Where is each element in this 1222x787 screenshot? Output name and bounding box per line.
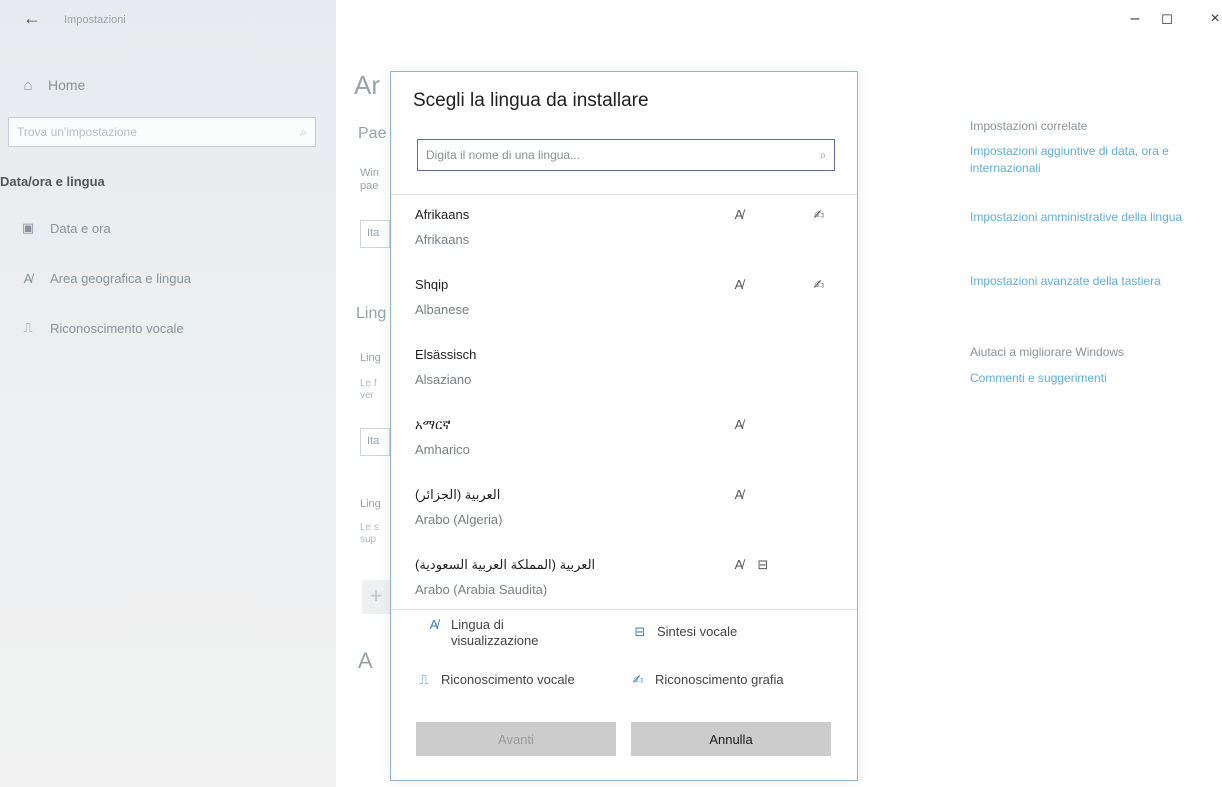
- language-italian-name: Amharico: [415, 442, 470, 457]
- language-icon: A̸: [23, 270, 33, 286]
- handwriting-icon: ✍: [813, 207, 825, 222]
- microphone-icon: ⎍: [23, 320, 33, 335]
- section-heading-languages: Ling: [356, 305, 387, 322]
- text-to-speech-icon: ⊟: [757, 557, 769, 572]
- language-native-name: አማርኛ: [415, 417, 451, 432]
- display-language-icon: A̸: [734, 417, 744, 432]
- preferred-languages-label: Ling: [360, 498, 381, 510]
- section-desc-country: Win pae: [360, 167, 379, 192]
- text-to-speech-icon: ⊟: [634, 624, 646, 639]
- language-native-name: Elsässisch: [415, 347, 477, 362]
- sidebar-item-label: Data e ora: [50, 220, 111, 236]
- maximize-button[interactable]: ☐: [1152, 12, 1182, 28]
- language-native-name: العربية (المملكة العربية السعودية): [415, 557, 596, 572]
- link-feedback[interactable]: Commenti e suggerimenti: [970, 370, 1107, 387]
- help-improve-heading: Aiutaci a migliorare Windows: [970, 345, 1125, 359]
- display-language-icon: A̸: [734, 277, 744, 292]
- handwriting-icon: ✍: [813, 277, 825, 292]
- sidebar-item-riconoscimento-vocale[interactable]: ⎍ Riconoscimento vocale: [18, 313, 184, 343]
- add-language-button[interactable]: +: [362, 580, 390, 614]
- language-item-shqip[interactable]: Shqip Albanese A̸ ✍: [391, 267, 857, 337]
- legend-text-to-speech: ⊟ Sintesi vocale: [631, 624, 738, 640]
- dialog-title: Scegli la lingua da installare: [413, 90, 649, 111]
- search-icon: ⌕: [819, 147, 827, 162]
- language-italian-name: Albanese: [415, 302, 470, 317]
- language-search-input[interactable]: [418, 148, 812, 162]
- link-additional-date-settings[interactable]: Impostazioni aggiuntive di data, ora e i…: [970, 143, 1210, 177]
- display-language-dropdown[interactable]: Ita: [360, 428, 390, 456]
- close-button[interactable]: ×: [1200, 10, 1222, 28]
- language-native-name: العربية (الجزائر): [415, 487, 501, 502]
- link-admin-language-settings[interactable]: Impostazioni amministrative della lingua: [970, 209, 1210, 226]
- language-item-arabic-saudi[interactable]: العربية (المملكة العربية السعودية) Arabo…: [391, 547, 857, 609]
- back-arrow-icon[interactable]: ←: [20, 8, 44, 29]
- sidebar-home[interactable]: ⌂ Home: [18, 70, 85, 100]
- choose-language-dialog: Scegli la lingua da installare ⌕ Afrikaa…: [390, 71, 858, 781]
- legend-display-language: A̸ Lingua di visualizzazione: [425, 617, 625, 649]
- divider: [391, 609, 857, 610]
- link-advanced-keyboard-settings[interactable]: Impostazioni avanzate della tastiera: [970, 273, 1222, 290]
- language-item-elsassisch[interactable]: Elsässisch Alsaziano: [391, 337, 857, 407]
- language-item-arabic-algeria[interactable]: العربية (الجزائر) Arabo (Algeria) A̸: [391, 477, 857, 547]
- divider: [391, 194, 857, 195]
- home-icon: ⌂: [23, 76, 33, 94]
- language-item-afrikaans[interactable]: Afrikaans Afrikaans A̸ ✍: [391, 197, 857, 267]
- window-title: Impostazioni: [64, 14, 126, 26]
- language-glyph-icon: A: [358, 648, 373, 673]
- calendar-icon: ▣: [21, 220, 35, 235]
- related-settings-heading: Impostazioni correlate: [970, 119, 1088, 133]
- legend-speech-recognition: ⎍ Riconoscimento vocale: [415, 672, 574, 688]
- language-italian-name: Afrikaans: [415, 232, 470, 247]
- settings-search-box[interactable]: ⌕: [8, 117, 316, 147]
- search-icon: ⌕: [300, 124, 307, 139]
- home-label: Home: [48, 77, 86, 93]
- display-language-icon: A̸: [734, 487, 744, 502]
- language-italian-name: Arabo (Arabia Saudita): [415, 582, 548, 597]
- display-language-icon: A̸: [734, 557, 744, 572]
- language-italian-name: Arabo (Algeria): [415, 512, 503, 527]
- sidebar-item-data-e-ora[interactable]: ▣ Data e ora: [18, 213, 111, 243]
- display-language-icon: A̸: [734, 207, 744, 222]
- preferred-languages-desc: Le s sup: [360, 522, 379, 545]
- page-title: Ar: [354, 70, 380, 100]
- sidebar-item-area-geografica[interactable]: A̸ Area geografica e lingua: [18, 263, 191, 293]
- language-native-name: Shqip: [415, 277, 449, 292]
- sidebar: ← Impostazioni ⌂ Home ⌕ Data/ora e lingu…: [0, 0, 336, 787]
- display-language-desc: Le f ver: [360, 378, 377, 401]
- handwriting-icon: ✍: [632, 672, 644, 687]
- cancel-button[interactable]: Annulla: [631, 722, 831, 756]
- country-dropdown[interactable]: Ita: [360, 220, 390, 248]
- microphone-icon: ⎍: [419, 672, 429, 687]
- sidebar-section-title: Data/ora e lingua: [0, 174, 105, 189]
- next-button[interactable]: Avanti: [416, 722, 616, 756]
- language-search-box[interactable]: ⌕: [417, 139, 835, 171]
- section-heading-country: Pae: [358, 125, 387, 142]
- sidebar-item-label: Area geografica e lingua: [50, 270, 191, 286]
- display-language-label: Ling: [360, 352, 381, 364]
- language-native-name: Afrikaans: [415, 207, 470, 222]
- legend-handwriting: ✍ Riconoscimento grafia: [629, 672, 784, 688]
- settings-search-input[interactable]: [17, 125, 287, 139]
- language-list[interactable]: Afrikaans Afrikaans A̸ ✍ Shqip Albanese …: [391, 197, 857, 609]
- language-italian-name: Alsaziano: [415, 372, 472, 387]
- sidebar-item-label: Riconoscimento vocale: [50, 320, 184, 336]
- language-item-amharic[interactable]: አማርኛ Amharico A̸: [391, 407, 857, 477]
- minimize-button[interactable]: –: [1120, 10, 1150, 28]
- display-language-icon: A̸: [429, 617, 439, 632]
